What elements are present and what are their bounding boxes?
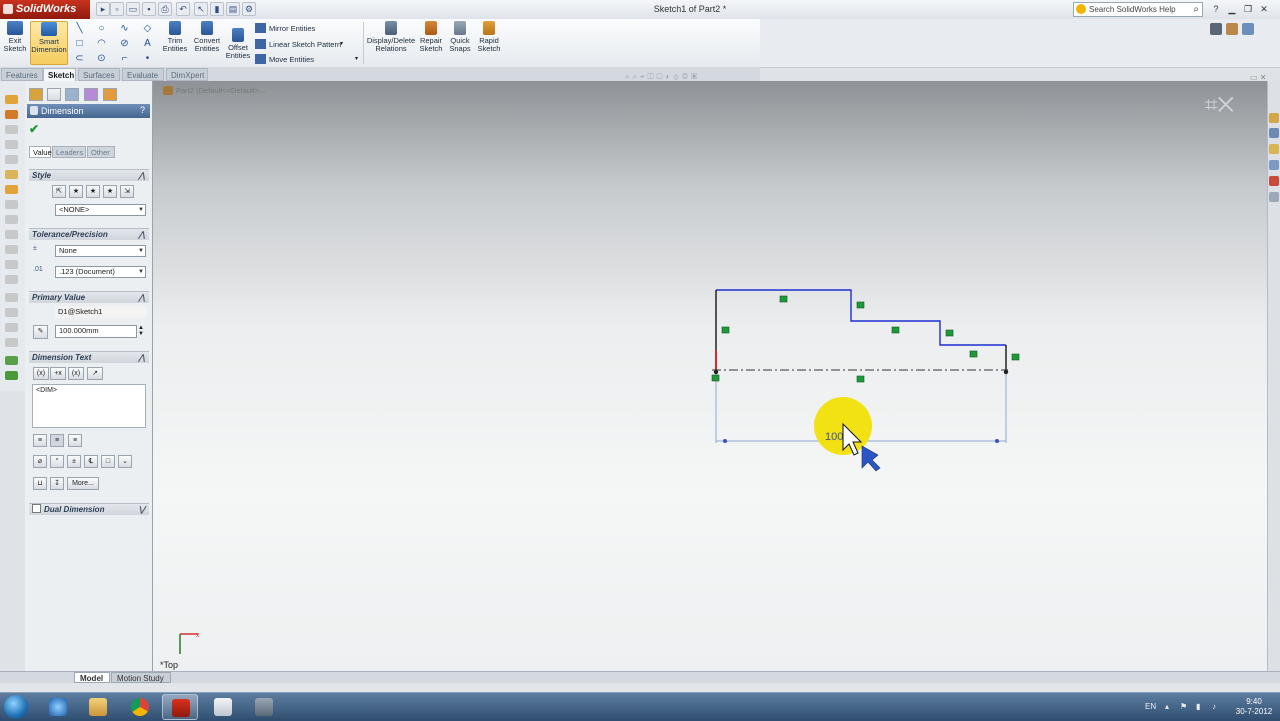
vertical-relation-icon[interactable] (1011, 353, 1020, 361)
solidworks-icon (172, 699, 190, 717)
status-bar (0, 683, 1280, 692)
sketch-point[interactable] (713, 369, 719, 375)
horizontal-relation-icon[interactable] (891, 326, 900, 334)
solidworks-taskbar-icon[interactable] (162, 694, 198, 720)
sketch-profile-line[interactable] (716, 289, 1006, 346)
volume-tray-icon[interactable]: ♪ (1212, 702, 1222, 712)
clock-time: 9:40 (1246, 697, 1262, 706)
tab-model[interactable]: Model (74, 672, 110, 683)
resources-tab-icon[interactable] (1269, 113, 1279, 123)
appearances-tab-icon[interactable] (1269, 192, 1279, 202)
dimension-value-label[interactable]: 100 (825, 431, 843, 443)
clock-date: 30-7-2012 (1235, 707, 1273, 716)
horizontal-relation-icon[interactable] (969, 350, 978, 358)
smart-dimension-cursor-icon (861, 445, 881, 472)
horizontal-relation-icon[interactable] (779, 295, 788, 303)
view-orientation-label: *Top (160, 660, 178, 670)
internet-explorer-taskbar-icon[interactable] (40, 694, 76, 720)
language-tray-icon[interactable]: EN (1145, 702, 1156, 712)
network-tray-icon[interactable]: ▴ (1165, 702, 1175, 712)
power-tray-icon[interactable]: ▮ (1196, 702, 1206, 712)
coincident-relation-icon[interactable] (711, 374, 720, 382)
system-clock[interactable]: 9:40 30-7-2012 (1232, 697, 1276, 717)
arrow-point (995, 439, 999, 443)
design-library-tab-icon[interactable] (1269, 128, 1279, 138)
horizontal-relation-icon[interactable] (856, 375, 865, 383)
document-taskbar-icon[interactable] (205, 694, 241, 720)
flag-tray-icon[interactable]: ⚑ (1180, 702, 1190, 712)
document-icon (214, 698, 232, 716)
sketch-point[interactable] (1003, 369, 1009, 375)
internet-explorer-icon (49, 698, 67, 716)
vertical-relation-icon[interactable] (856, 301, 865, 309)
search-tab-icon[interactable] (1269, 160, 1279, 170)
x-axis-label: x (196, 632, 200, 639)
arrow-point (723, 439, 727, 443)
tab-motion-study[interactable]: Motion Study 1 (111, 672, 171, 694)
vertical-relation-icon[interactable] (945, 329, 954, 337)
folder-icon (89, 698, 107, 716)
start-button[interactable] (4, 695, 28, 719)
app-taskbar-icon[interactable] (246, 694, 282, 720)
application-icon (255, 698, 273, 716)
vertical-relation-icon[interactable] (721, 326, 730, 334)
sketch-canvas: 100 x *Top (160, 289, 1020, 670)
file-explorer-tab-icon[interactable] (1269, 144, 1279, 154)
view-palette-tab-icon[interactable] (1269, 176, 1279, 186)
chrome-icon (131, 698, 149, 716)
chrome-taskbar-icon[interactable] (122, 694, 158, 720)
explorer-taskbar-icon[interactable] (80, 694, 116, 720)
